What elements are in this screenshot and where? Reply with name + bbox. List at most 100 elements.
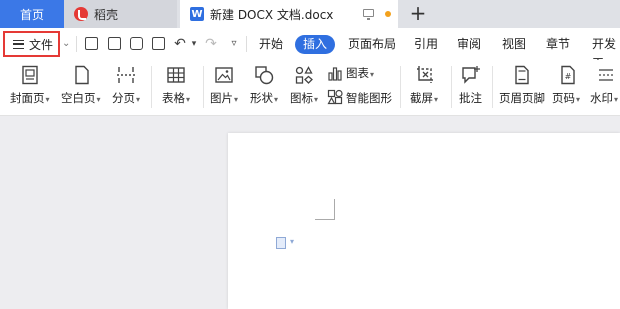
tab-home-label: 首页 (19, 7, 44, 22)
tab-start[interactable]: 开始 (259, 35, 283, 54)
hamburger-icon (13, 39, 24, 49)
table-label: 表格 (162, 91, 185, 105)
file-menu-label: 文件 (29, 37, 54, 52)
margin-corner-marker (315, 199, 335, 220)
tab-chapter[interactable]: 章节 (546, 35, 570, 54)
chart-label: 图表 (346, 66, 369, 80)
caret-down-icon: ▾ (234, 95, 239, 104)
tab-home[interactable]: 首页 (0, 0, 64, 28)
watermark-icon (599, 69, 613, 81)
divider (203, 66, 204, 108)
header-footer-icon (515, 65, 529, 85)
cover-page-button[interactable]: 封面页▾ (8, 60, 52, 116)
page-break-button[interactable]: 分页▾ (110, 60, 144, 116)
watermark-button[interactable]: 水印▾ (590, 60, 620, 116)
file-menu-button[interactable]: 文件 (3, 31, 60, 57)
divider (492, 66, 493, 108)
document-workspace: ▾ (0, 117, 620, 309)
docer-logo-icon (74, 7, 88, 21)
blank-page-label: 空白页 (61, 91, 96, 105)
document-page[interactable]: ▾ (228, 133, 620, 309)
tab-view[interactable]: 视图 (502, 35, 526, 54)
new-tab-plus-icon[interactable]: + (407, 2, 429, 24)
page-number-button[interactable]: # 页码▾ (550, 60, 586, 116)
caret-down-icon: ▾ (274, 95, 279, 104)
more-chevron-icon[interactable]: ▿ (226, 36, 242, 52)
smart-art-button[interactable]: 智能图形 (327, 88, 397, 112)
divider (151, 66, 152, 108)
divider (76, 36, 77, 52)
watermark-label: 水印 (590, 91, 613, 105)
blank-page-icon (75, 65, 89, 85)
caret-down-icon: ▾ (45, 95, 50, 104)
save-icon[interactable] (85, 37, 98, 50)
divider (400, 66, 401, 108)
divider (451, 66, 452, 108)
ribbon: 封面页▾ 空白页▾ 分页▾ 表格▾ 图片▾ 形状▾ 图标▾ 图表▾ 智能图形 截… (0, 60, 620, 116)
caret-down-icon: ▾ (186, 95, 191, 104)
caret-down-icon: ▾ (370, 70, 375, 79)
table-icon (167, 67, 185, 83)
shape-label: 形状 (250, 91, 273, 105)
print-icon[interactable] (130, 37, 143, 50)
svg-text:#: # (565, 72, 572, 81)
smart-art-icon (327, 89, 343, 105)
unsaved-dot-icon (385, 11, 391, 17)
cover-page-icon (22, 65, 38, 85)
caret-down-icon: ▾ (576, 95, 581, 104)
divider (246, 36, 247, 52)
tab-bar: 首页 稻壳 W 新建 DOCX 文档.docx + (0, 0, 620, 28)
paste-options-icon[interactable] (276, 237, 286, 249)
chart-button[interactable]: 图表▾ (327, 60, 385, 84)
redo-icon[interactable]: ↷ (203, 36, 219, 52)
screenshot-scissors-icon (417, 66, 433, 83)
screenshot-button[interactable]: 截屏▾ (408, 60, 448, 116)
export-pdf-icon[interactable] (108, 37, 121, 50)
caret-down-icon: ▾ (314, 95, 319, 104)
icon-library-icon (295, 66, 313, 84)
caret-down-icon: ▾ (614, 95, 619, 104)
blank-page-button[interactable]: 空白页▾ (60, 60, 104, 116)
paste-options-caret-icon[interactable]: ▾ (290, 237, 294, 246)
comment-icon (462, 66, 480, 84)
picture-button[interactable]: 图片▾ (208, 60, 244, 116)
tab-insert[interactable]: 插入 (295, 35, 336, 54)
app-window: 首页 稻壳 W 新建 DOCX 文档.docx + 文件 ⌄ ↶ ▾ ↷ ▿ 开… (0, 0, 620, 309)
undo-dropdown-icon[interactable]: ▾ (186, 36, 202, 52)
shape-button[interactable]: 形状▾ (248, 60, 284, 116)
header-footer-button[interactable]: 页眉页脚 (497, 60, 547, 116)
tab-document-label: 新建 DOCX 文档.docx (210, 7, 334, 22)
tab-document[interactable]: W 新建 DOCX 文档.docx (180, 0, 398, 28)
header-footer-label: 页眉页脚 (499, 91, 545, 105)
icon-library-label: 图标 (290, 91, 313, 105)
page-break-label: 分页 (112, 91, 135, 105)
caret-down-icon: ▾ (434, 95, 439, 104)
caret-down-icon: ▾ (96, 95, 101, 104)
tab-references[interactable]: 引用 (414, 35, 438, 54)
tab-docer-label: 稻壳 (94, 7, 119, 22)
shape-icon (255, 66, 274, 85)
picture-label: 图片 (210, 91, 233, 105)
word-doc-icon: W (190, 7, 204, 21)
picture-icon (215, 67, 233, 83)
table-button[interactable]: 表格▾ (160, 60, 196, 116)
comment-button[interactable]: 批注 (456, 60, 488, 116)
menu-bar: 文件 ⌄ ↶ ▾ ↷ ▿ 开始 插入 页面布局 引用 审阅 视图 章节 开发工 (0, 28, 620, 70)
tab-review[interactable]: 审阅 (457, 35, 481, 54)
monitor-icon[interactable] (363, 9, 374, 20)
page-number-label: 页码 (552, 91, 575, 105)
cover-page-label: 封面页 (10, 91, 45, 105)
chevron-down-icon[interactable]: ⌄ (62, 38, 70, 49)
icon-library-button[interactable]: 图标▾ (288, 60, 324, 116)
tab-docer[interactable]: 稻壳 (64, 0, 177, 28)
chart-icon (328, 67, 342, 81)
screenshot-label: 截屏 (410, 91, 433, 105)
tab-page-layout[interactable]: 页面布局 (348, 35, 396, 54)
page-number-icon: # (561, 65, 575, 85)
smart-art-label: 智能图形 (346, 91, 392, 105)
comment-label: 批注 (459, 91, 482, 105)
print-preview-icon[interactable] (152, 37, 165, 50)
caret-down-icon: ▾ (136, 95, 141, 104)
page-break-icon (117, 67, 135, 83)
tab-developer[interactable]: 开发工 (592, 35, 620, 70)
